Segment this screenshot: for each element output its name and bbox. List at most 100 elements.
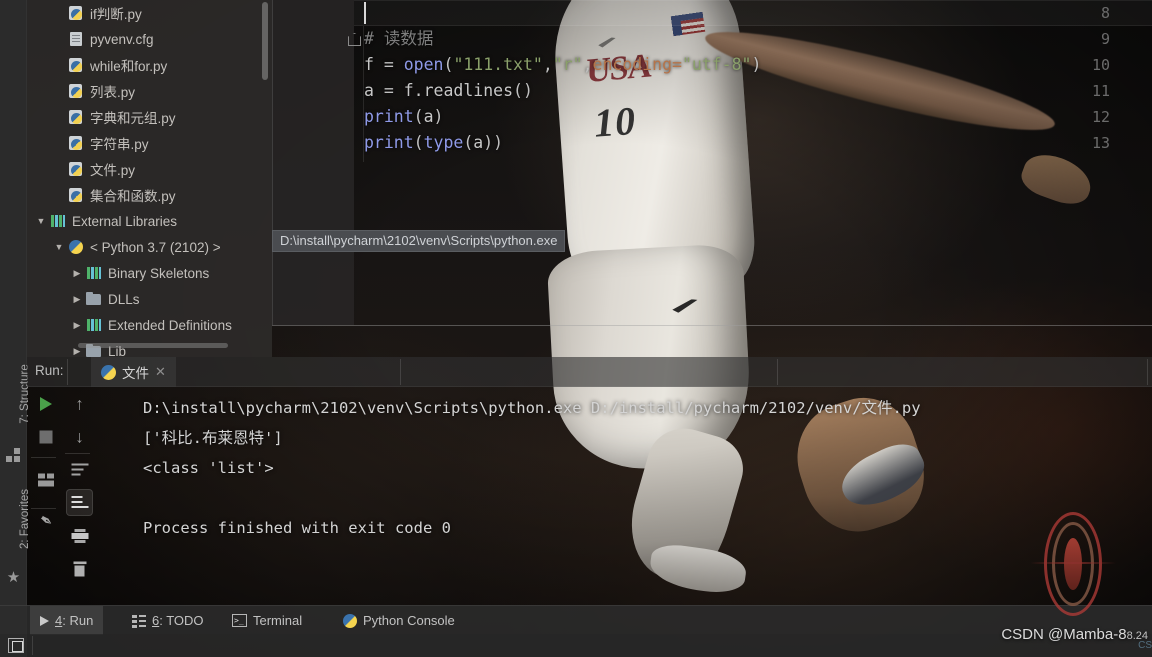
arrow-down-icon: ↓ <box>75 427 84 446</box>
library-bars-icon <box>85 317 103 333</box>
run-label: Run: <box>35 363 64 378</box>
play-icon <box>40 615 49 626</box>
line-number: 11 <box>1091 82 1110 100</box>
left-tool-rail: 7: Structure ★ 2: Favorites <box>0 0 31 657</box>
code-line[interactable]: # 读数据 <box>364 26 433 52</box>
tree-item-2[interactable]: while和for.py <box>27 52 272 78</box>
python-icon <box>101 364 116 380</box>
code-token-punc: ( <box>463 133 474 152</box>
bottom-bar-item-terminal[interactable]: >_ Terminal <box>222 606 312 635</box>
rerun-button[interactable] <box>29 387 62 420</box>
tree-item-label: while和for.py <box>90 59 168 74</box>
console-line: D:\install\pycharm\2102\venv\Scripts\pyt… <box>143 399 921 417</box>
caret-line-highlight <box>354 0 1152 26</box>
editor-bottom-border <box>272 325 1152 326</box>
clear-all-button[interactable] <box>63 552 96 585</box>
print-button[interactable] <box>63 519 96 552</box>
python-file-icon <box>67 109 85 125</box>
down-stack-button[interactable]: ↓ <box>63 420 96 453</box>
code-token-func: open <box>403 55 444 74</box>
tree-item-9[interactable]: ▼ < Python 3.7 (2102) > <box>27 234 272 260</box>
chevron-right-icon[interactable]: ▶ <box>69 294 85 304</box>
arrow-up-icon: ↑ <box>75 394 84 413</box>
tree-item-label: Extended Definitions <box>108 317 232 333</box>
tree-item-10[interactable]: ▶ Binary Skeletons <box>27 260 272 286</box>
code-token-punc: ( <box>413 133 424 152</box>
run-toolbar[interactable]: ✒ ↑ ↓ <box>27 387 95 605</box>
chevron-down-icon[interactable]: ▼ <box>51 242 67 252</box>
tree-item-label: < Python 3.7 (2102) > <box>90 239 221 255</box>
soft-wrap-button[interactable] <box>63 453 96 486</box>
divider <box>777 359 778 385</box>
toggle-toolwindow-icon[interactable] <box>8 638 24 653</box>
code-line[interactable]: print(type(a)) <box>364 130 503 156</box>
code-token-punc: )) <box>483 133 504 152</box>
run-tool-window-header: Run: 文件 ✕ <box>27 357 1152 387</box>
config-file-icon <box>67 31 85 47</box>
chevron-down-icon[interactable]: ▼ <box>33 216 49 226</box>
code-line[interactable]: a = f.readlines() <box>364 78 533 104</box>
tree-item-0[interactable]: if判断.py <box>27 0 272 26</box>
editor-gutter[interactable] <box>272 0 354 325</box>
python-file-icon <box>67 57 85 73</box>
layout-button[interactable] <box>29 463 62 496</box>
bottom-bar-item-python-console[interactable]: Python Console <box>333 606 465 635</box>
run-console-output[interactable]: D:\install\pycharm\2102\venv\Scripts\pyt… <box>95 387 1152 605</box>
stop-button[interactable] <box>29 420 62 453</box>
stop-icon <box>39 430 52 443</box>
python-file-icon <box>67 161 85 177</box>
console-line: <class 'list'> <box>143 459 274 477</box>
project-tree-panel[interactable]: if判断.py pyvenv.cfg while和for.py 列表.py 字典和元组.… <box>27 0 272 357</box>
line-number: 9 <box>1100 30 1110 48</box>
tree-item-8[interactable]: ▼ External Libraries <box>27 208 272 234</box>
tree-item-6[interactable]: 文件.py <box>27 156 272 182</box>
code-line[interactable]: f = open("111.txt","r",encoding="utf-8") <box>364 52 761 78</box>
tree-item-5[interactable]: 字符串.py <box>27 130 272 156</box>
line-number: 10 <box>1091 56 1110 74</box>
tree-item-11[interactable]: ▶ DLLs <box>27 286 272 312</box>
close-icon[interactable]: ✕ <box>155 364 166 380</box>
tree-item-7[interactable]: 集合和函数.py <box>27 182 272 208</box>
code-token-default: readlines <box>423 81 514 100</box>
project-tree-rows[interactable]: if判断.py pyvenv.cfg while和for.py 列表.py 字典和元组.… <box>27 0 272 357</box>
tree-item-1[interactable]: pyvenv.cfg <box>27 26 272 52</box>
line-number: 12 <box>1091 108 1110 126</box>
code-token-default: a <box>473 133 484 152</box>
bottom-bar-item-label: 6: TODO <box>152 613 204 628</box>
chevron-right-icon[interactable]: ▶ <box>69 320 85 330</box>
tree-item-12[interactable]: ▶ Extended Definitions <box>27 312 272 338</box>
tree-item-3[interactable]: 列表.py <box>27 78 272 104</box>
code-token-punc: = <box>383 81 404 100</box>
code-token-func: print <box>364 107 414 126</box>
up-stack-button[interactable]: ↑ <box>63 387 96 420</box>
chevron-right-icon[interactable]: ▶ <box>69 268 85 278</box>
tree-item-label: 集合和函数.py <box>90 189 176 204</box>
scroll-end-icon <box>71 495 88 510</box>
code-token-punc: ) <box>751 55 762 74</box>
run-tab-file[interactable]: 文件 ✕ <box>91 357 176 387</box>
tree-item-label: External Libraries <box>72 213 178 229</box>
code-token-punc: = <box>383 55 404 74</box>
csdn-watermark-small: CS <box>1138 640 1152 651</box>
code-editor[interactable]: 8 9 10 11 12 13 # 读数据 f = open("111.txt","r",e… <box>272 0 1152 325</box>
code-token-punc: ( <box>413 107 424 126</box>
code-token-default: f <box>364 55 384 74</box>
bottom-bar-item-todo[interactable]: 6: TODO <box>122 606 214 635</box>
code-token-default: a <box>423 107 434 126</box>
bottom-bar-item-run[interactable]: 4: Run <box>30 606 104 635</box>
tree-item-4[interactable]: 字典和元组.py <box>27 104 272 130</box>
project-tree-scrollbar-vertical[interactable] <box>262 2 268 80</box>
wrap-icon <box>71 463 88 476</box>
python-file-icon <box>67 135 85 151</box>
run-tab-label: 文件 <box>122 366 149 381</box>
line-number: 13 <box>1091 134 1110 152</box>
interpreter-path-tooltip: D:\install\pycharm\2102\venv\Scripts\pyt… <box>272 230 566 252</box>
line-number: 8 <box>1100 4 1110 22</box>
code-line[interactable]: print(a) <box>364 104 443 130</box>
scroll-to-end-button[interactable] <box>63 486 96 519</box>
python-file-icon <box>67 5 85 21</box>
bottom-bar-item-label: Terminal <box>253 613 303 628</box>
code-token-punc: ( <box>443 55 454 74</box>
code-token-string: "r" <box>552 55 583 74</box>
project-tree-scrollbar-horizontal[interactable] <box>78 343 228 348</box>
